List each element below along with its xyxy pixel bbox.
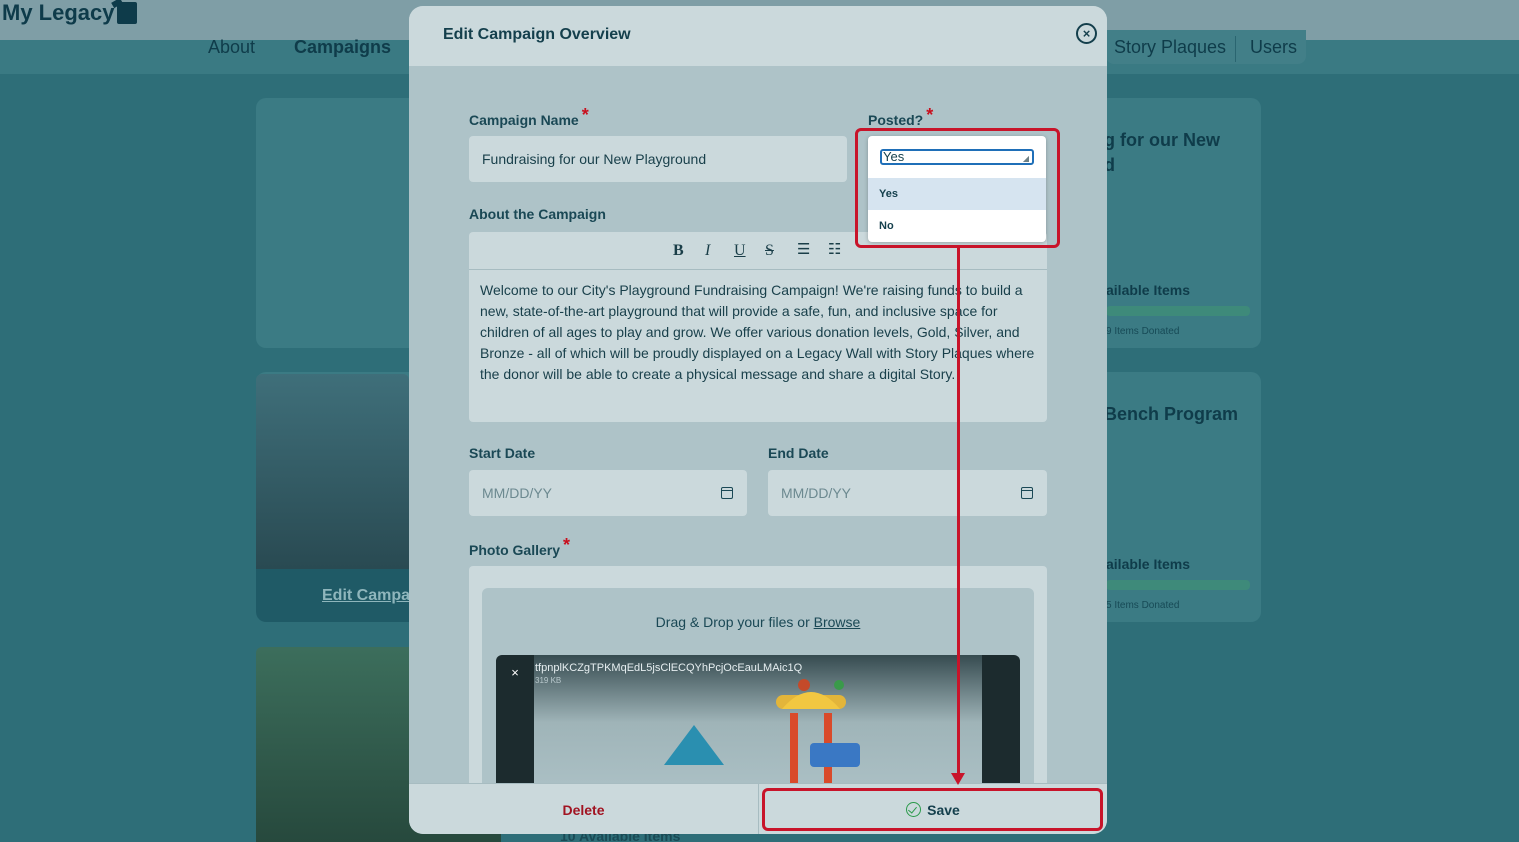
modal-footer: Delete Save bbox=[409, 783, 1107, 834]
remove-file-icon[interactable]: × bbox=[506, 665, 524, 683]
calendar-icon[interactable] bbox=[721, 487, 733, 499]
start-date-label: Start Date bbox=[469, 445, 536, 461]
card2-donated: 5 Items Donated bbox=[1106, 600, 1180, 611]
bold-button[interactable]: B bbox=[673, 242, 684, 260]
nav-story-plaques[interactable]: Story Plaques bbox=[1114, 37, 1226, 58]
posted-label-text: Posted? bbox=[868, 112, 924, 128]
nav-campaigns[interactable]: Campaigns bbox=[294, 37, 391, 58]
underline-button[interactable]: U bbox=[734, 242, 746, 260]
playground-photo bbox=[534, 655, 982, 796]
annotation-arrow bbox=[957, 247, 960, 777]
card2-title: Bench Program bbox=[1104, 404, 1239, 424]
card2-edit-link[interactable]: Edit Campa bbox=[322, 587, 410, 605]
file-name: tfpnplKCZgTPKMqEdL5jsClECQYhPcjOcEauLMAi… bbox=[535, 662, 803, 674]
calendar-icon[interactable] bbox=[1021, 487, 1033, 499]
bullet-list-icon[interactable]: ☰ bbox=[797, 240, 810, 258]
modal-header: Edit Campaign Overview × bbox=[409, 6, 1107, 66]
required-mark: * bbox=[563, 535, 571, 555]
photo-gallery-label-text: Photo Gallery bbox=[469, 542, 561, 558]
modal-title: Edit Campaign Overview bbox=[443, 26, 631, 43]
posted-select-current[interactable]: Yes ◢ bbox=[880, 149, 1034, 165]
posted-option-yes[interactable]: Yes bbox=[868, 178, 1046, 210]
playground-illustration bbox=[664, 679, 860, 783]
card1-progress bbox=[1106, 306, 1250, 316]
campaign-name-label-text: Campaign Name bbox=[469, 112, 579, 128]
end-date-placeholder: MM/DD/YY bbox=[781, 485, 851, 501]
delete-button[interactable]: Delete bbox=[409, 784, 758, 834]
drop-instructions: Drag & Drop your files or Browse bbox=[482, 614, 1034, 630]
card1-available: ailable Items bbox=[1106, 282, 1191, 298]
start-date-input[interactable]: MM/DD/YY bbox=[469, 470, 747, 516]
file-size: 319 KB bbox=[535, 676, 562, 685]
resize-handle-icon: ◢ bbox=[1022, 154, 1029, 163]
edit-campaign-modal: Edit Campaign Overview × Campaign Name * … bbox=[409, 6, 1107, 834]
save-button[interactable]: Save bbox=[759, 784, 1107, 834]
close-icon[interactable]: × bbox=[1076, 23, 1097, 44]
photo-gallery: Drag & Drop your files or Browse × tfpnp… bbox=[469, 566, 1047, 796]
posted-selected-value: Yes bbox=[883, 149, 905, 164]
about-editor[interactable]: B I U S ☰ ☷ Welcome to our City's Playgr… bbox=[469, 232, 1047, 422]
numbered-list-icon[interactable]: ☷ bbox=[828, 240, 841, 258]
strikethrough-button[interactable]: S bbox=[765, 242, 774, 260]
posted-select-dropdown[interactable]: Yes ◢ Yes No bbox=[868, 136, 1046, 242]
card2-progress bbox=[1106, 580, 1250, 590]
save-label: Save bbox=[927, 801, 960, 818]
check-circle-icon bbox=[906, 802, 922, 817]
card2-available: ailable Items bbox=[1106, 556, 1191, 572]
about-text[interactable]: Welcome to our City's Playground Fundrai… bbox=[480, 280, 1040, 385]
campaign-name-label: Campaign Name * bbox=[469, 105, 589, 130]
file-drop-zone[interactable]: Drag & Drop your files or Browse × tfpnp… bbox=[482, 588, 1034, 796]
app-logo[interactable]: My Legacy bbox=[2, 0, 137, 26]
drop-text: Drag & Drop your files or bbox=[655, 614, 810, 630]
about-label: About the Campaign bbox=[469, 206, 606, 222]
nav-about[interactable]: About bbox=[208, 37, 255, 58]
logo-book-icon bbox=[116, 2, 137, 24]
campaign-name-value: Fundraising for our New Playground bbox=[482, 151, 707, 167]
card2-photo bbox=[256, 374, 409, 569]
end-date-label: End Date bbox=[768, 445, 829, 461]
close-symbol: × bbox=[1082, 26, 1091, 41]
start-date-placeholder: MM/DD/YY bbox=[482, 485, 552, 501]
logo-text: My Legacy bbox=[2, 0, 115, 25]
required-mark: * bbox=[926, 105, 934, 125]
card1-title: g for our New bbox=[1104, 130, 1220, 150]
nav-divider bbox=[1235, 36, 1236, 62]
required-mark: * bbox=[581, 105, 589, 125]
browse-link[interactable]: Browse bbox=[814, 614, 861, 630]
file-preview: × tfpnplKCZgTPKMqEdL5jsClECQYhPcjOcEauLM… bbox=[496, 655, 1020, 796]
card1-donated: 9 Items Donated bbox=[1106, 326, 1180, 337]
annotation-arrow-head bbox=[951, 773, 965, 785]
nav-users[interactable]: Users bbox=[1250, 37, 1297, 58]
campaign-name-input[interactable]: Fundraising for our New Playground bbox=[469, 136, 847, 182]
end-date-input[interactable]: MM/DD/YY bbox=[768, 470, 1047, 516]
posted-label: Posted? * bbox=[868, 105, 933, 130]
posted-option-no[interactable]: No bbox=[868, 210, 1046, 242]
italic-button[interactable]: I bbox=[705, 242, 710, 260]
photo-gallery-label: Photo Gallery * bbox=[469, 535, 570, 560]
